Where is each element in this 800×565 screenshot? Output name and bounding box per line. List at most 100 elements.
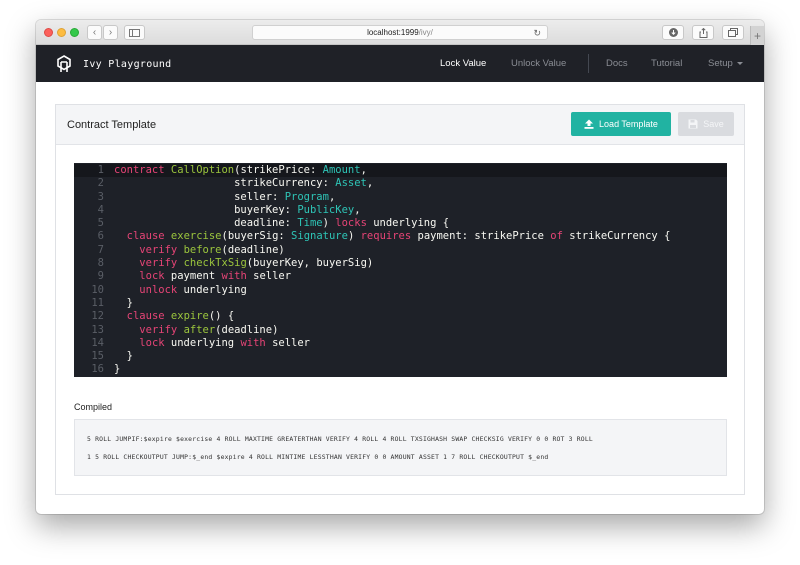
code-line[interactable]: 14 lock underlying with seller xyxy=(74,337,727,350)
save-button[interactable]: Save xyxy=(678,112,734,136)
nav-tutorial[interactable]: Tutorial xyxy=(651,58,682,69)
downloads-button[interactable] xyxy=(662,25,684,40)
text-token: } xyxy=(114,296,133,309)
zoom-window-button[interactable] xyxy=(70,28,79,37)
code-text: deadline: Time) locks underlying { xyxy=(104,217,449,230)
code-line[interactable]: 4 buyerKey: PublicKey, xyxy=(74,204,727,217)
keyword-token: locks xyxy=(335,217,367,230)
code-line[interactable]: 8 verify checkTxSig(buyerKey, buyerSig) xyxy=(74,257,727,270)
text-token: (buyerSig: xyxy=(221,230,292,243)
tabs-button[interactable] xyxy=(722,25,744,40)
code-line[interactable]: 10 unlock underlying xyxy=(74,284,727,297)
line-number: 9 xyxy=(97,270,104,283)
sidebar-icon xyxy=(129,28,140,37)
text-token: seller xyxy=(265,336,311,349)
text-token: () { xyxy=(208,310,235,323)
type-token: PublicKey xyxy=(297,203,355,216)
line-number: 13 xyxy=(91,323,104,336)
line-number: 2 xyxy=(97,177,104,190)
code-text: clause exercise(buyerSig: Signature) req… xyxy=(104,230,671,243)
code-line[interactable]: 7 verify before(deadline) xyxy=(74,244,727,257)
line-number: 15 xyxy=(91,350,104,363)
line-number: 11 xyxy=(91,296,104,309)
chevron-right-icon: › xyxy=(108,26,113,38)
code-text: } xyxy=(104,297,133,310)
close-window-button[interactable] xyxy=(44,28,53,37)
address-bar[interactable]: localhost:1999/ivy/ ↻ xyxy=(252,25,548,40)
line-number: 1 xyxy=(97,164,104,176)
keyword-token: verify xyxy=(139,243,184,256)
type-token: Asset xyxy=(335,177,367,190)
keyword-token: with xyxy=(221,270,247,283)
forward-button[interactable]: › xyxy=(103,25,118,40)
browser-titlebar: ‹ › localhost:1999/ivy/ ↻ + xyxy=(36,20,764,45)
nav-setup[interactable]: Setup xyxy=(708,58,743,69)
code-editor[interactable]: 1 contract CallOption(strikePrice: Amount… xyxy=(74,163,727,377)
save-label: Save xyxy=(703,119,724,129)
contract-template-panel: Contract Template Load Template Save 1 co… xyxy=(55,104,745,495)
nav-docs[interactable]: Docs xyxy=(606,58,628,69)
download-icon xyxy=(668,28,678,37)
share-button[interactable] xyxy=(692,25,714,40)
keyword-token: requires xyxy=(360,230,412,243)
function-token: exercise xyxy=(170,230,222,243)
code-line[interactable]: 6 clause exercise(buyerSig: Signature) r… xyxy=(74,230,727,243)
minimize-window-button[interactable] xyxy=(57,28,66,37)
nav-lock-value[interactable]: Lock Value xyxy=(440,58,486,69)
code-text: verify checkTxSig(buyerKey, buyerSig) xyxy=(104,257,373,270)
text-token: underlying { xyxy=(366,217,450,230)
code-text: } xyxy=(104,363,120,376)
function-token: expire xyxy=(170,310,209,323)
code-text: contract CallOption(strikePrice: Amount, xyxy=(104,164,367,177)
function-token: checkTxSig xyxy=(183,257,247,270)
code-line[interactable]: 11 } xyxy=(74,297,727,310)
keyword-token: clause xyxy=(126,230,171,243)
keyword-token: contract xyxy=(114,164,171,176)
code-line[interactable]: 12 clause expire() { xyxy=(74,310,727,323)
code-line[interactable]: 15 } xyxy=(74,350,727,363)
code-text: strikeCurrency: Asset, xyxy=(104,177,373,190)
text-token: ) xyxy=(347,230,361,243)
share-icon xyxy=(699,27,707,38)
keyword-token: lock xyxy=(139,270,165,283)
text-token: , xyxy=(328,190,336,203)
line-number: 6 xyxy=(97,230,104,243)
caret-down-icon xyxy=(736,61,743,65)
back-button[interactable]: ‹ xyxy=(87,25,102,40)
type-token: Program xyxy=(284,190,329,203)
reload-icon[interactable]: ↻ xyxy=(533,28,541,39)
keyword-token: with xyxy=(240,336,266,349)
code-line[interactable]: 1 contract CallOption(strikePrice: Amount… xyxy=(74,164,727,178)
code-line[interactable]: 16} xyxy=(74,363,727,376)
code-text: } xyxy=(104,350,133,363)
compiled-line: 1 5 ROLL CHECKOUTPUT JUMP:$_end $expire … xyxy=(87,453,549,461)
line-number: 7 xyxy=(97,243,104,256)
text-token: payment: strikePrice xyxy=(411,230,551,243)
keyword-token: clause xyxy=(126,310,171,323)
code-line[interactable]: 2 strikeCurrency: Asset, xyxy=(74,177,727,190)
code-line[interactable]: 3 seller: Program, xyxy=(74,191,727,204)
panel-title: Contract Template xyxy=(67,119,157,131)
keyword-token: unlock xyxy=(139,283,178,296)
nav-unlock-value[interactable]: Unlock Value xyxy=(511,58,566,69)
text-token: (deadline) xyxy=(221,243,285,256)
code-line[interactable]: 13 verify after(deadline) xyxy=(74,324,727,337)
text-token: , xyxy=(354,203,361,216)
url-path: /ivy/ xyxy=(418,28,433,37)
sidebar-toggle-button[interactable] xyxy=(124,25,145,40)
ivy-logo-icon xyxy=(57,55,71,72)
text-token: , xyxy=(360,164,367,176)
compiled-label: Compiled xyxy=(74,402,113,412)
brand[interactable]: Ivy Playground xyxy=(54,54,172,74)
code-text: buyerKey: PublicKey, xyxy=(104,203,361,217)
code-line[interactable]: 5 deadline: Time) locks underlying { xyxy=(74,217,727,230)
code-text: verify after(deadline) xyxy=(104,324,278,337)
load-template-button[interactable]: Load Template xyxy=(571,112,671,136)
text-token: (strikePrice: xyxy=(234,164,323,176)
type-token: Time xyxy=(297,217,323,230)
new-tab-button[interactable]: + xyxy=(750,26,764,45)
code-line[interactable]: 9 lock payment with seller xyxy=(74,270,727,283)
